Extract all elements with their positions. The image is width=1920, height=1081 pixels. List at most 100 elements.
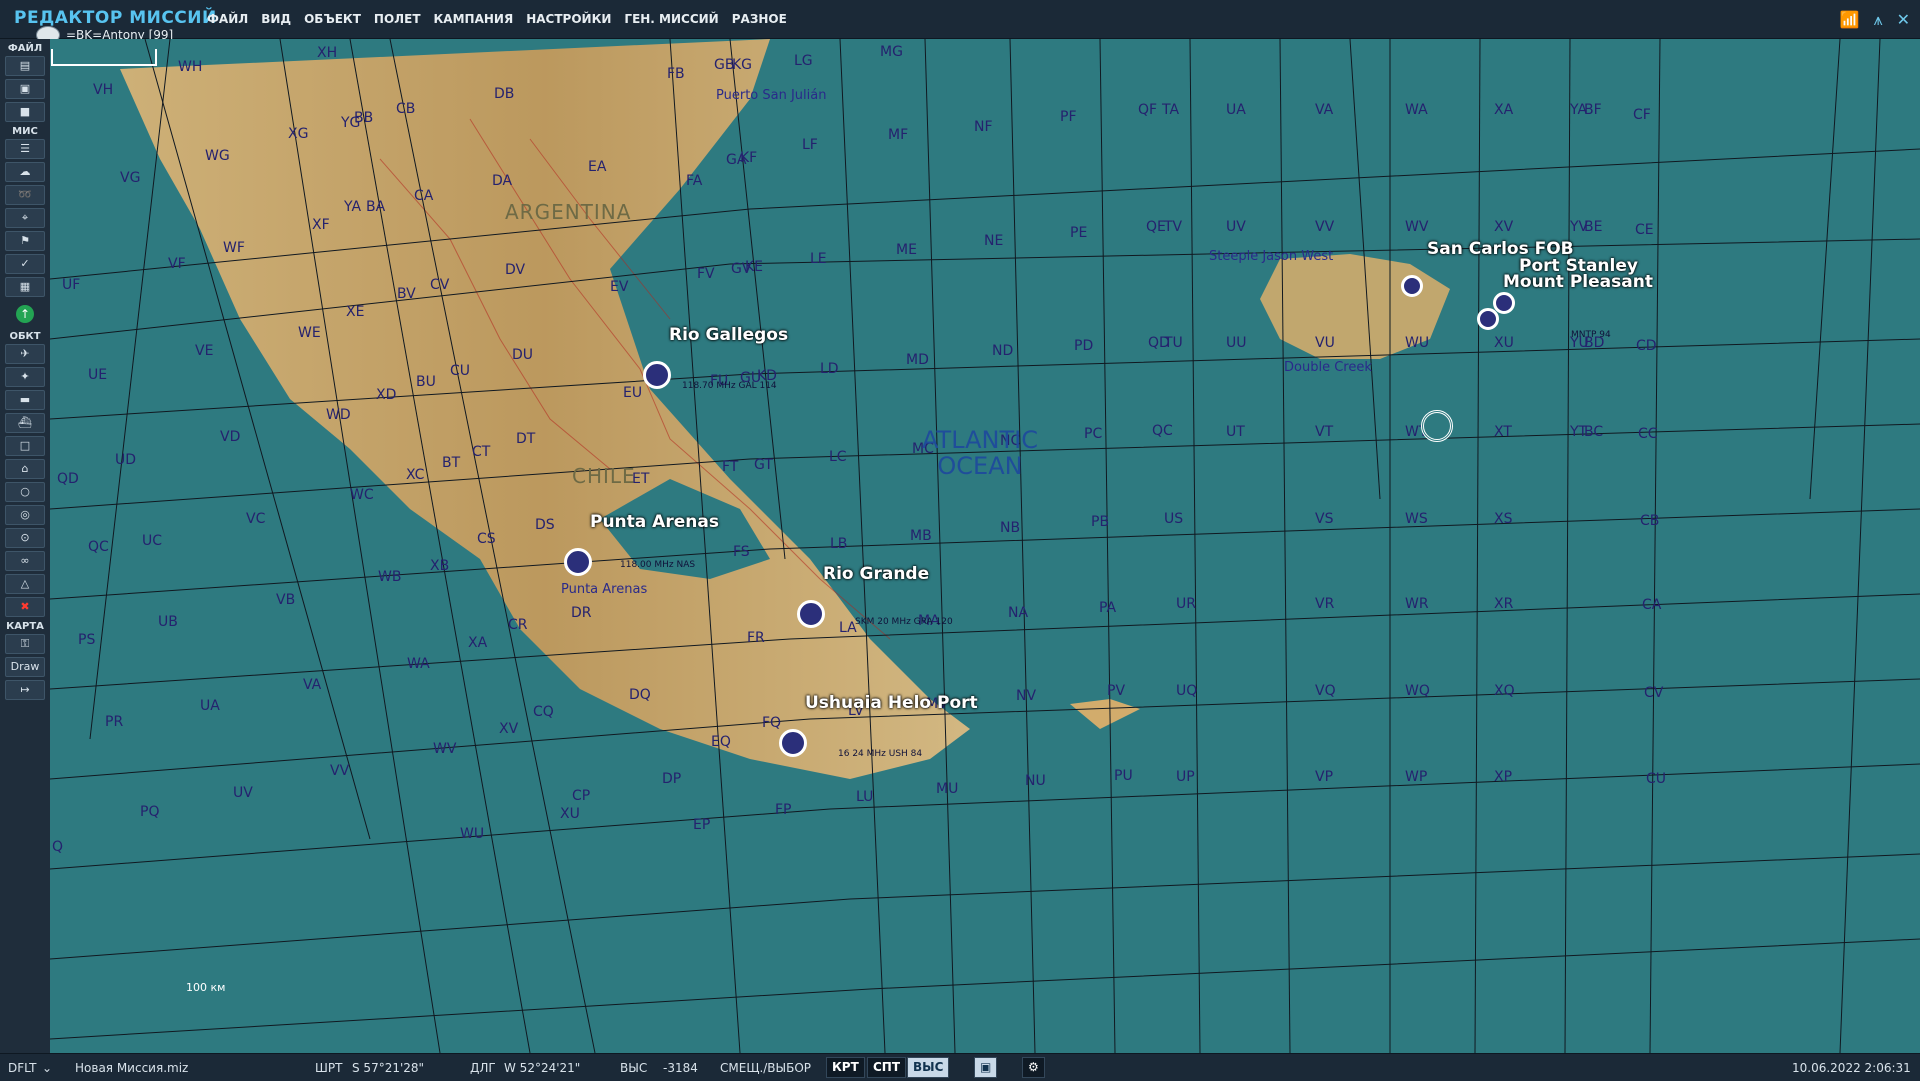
grid-square-label: UC bbox=[142, 533, 163, 549]
open-folder-icon[interactable]: ▣ bbox=[5, 79, 45, 99]
grid-square-label: QE bbox=[1146, 219, 1166, 235]
airfield-icon[interactable] bbox=[643, 361, 671, 389]
antenna-icon[interactable]: ⩚ bbox=[1874, 10, 1883, 30]
country-label-chile: CHILE bbox=[572, 464, 636, 488]
airfield-name[interactable]: Mount Pleasant bbox=[1503, 272, 1653, 292]
shapes-icon[interactable]: △ bbox=[5, 574, 45, 594]
grid-square-label: LC bbox=[829, 449, 847, 465]
town-label: Steeple Jason West bbox=[1209, 249, 1334, 264]
profile-select[interactable]: DFLT bbox=[8, 1061, 37, 1075]
airfield-name[interactable]: Punta Arenas bbox=[590, 512, 719, 532]
grid-square-label: BC bbox=[1584, 424, 1604, 440]
new-file-button[interactable]: ▤ bbox=[5, 56, 45, 76]
grid-square-label: WV bbox=[433, 741, 457, 757]
airfield-icon[interactable] bbox=[1493, 292, 1515, 314]
grid-square-label: CA bbox=[1642, 597, 1662, 613]
grid-square-label: XT bbox=[1494, 424, 1512, 440]
airfield-frequency: 16 24 MHz USH 84 bbox=[838, 749, 923, 759]
menu-object[interactable]: ОБЪЕКТ bbox=[304, 12, 361, 26]
close-icon[interactable]: ✕ bbox=[1897, 10, 1910, 30]
grid-square-label: DQ bbox=[629, 687, 651, 703]
grid-square-label: XE bbox=[346, 304, 365, 320]
chevron-down-icon[interactable]: ⌄ bbox=[42, 1061, 52, 1075]
grid-square-label: VH bbox=[93, 82, 114, 98]
triggers-icon[interactable]: ➿ bbox=[5, 185, 45, 205]
coalition-flag-icon[interactable]: ⚑ bbox=[5, 231, 45, 251]
coord-format-button[interactable]: КРТ bbox=[826, 1057, 865, 1078]
airfield-frequency: 118.70 MHz GAL 114 bbox=[682, 381, 777, 391]
vehicle-icon[interactable]: ▬ bbox=[5, 390, 45, 410]
grid-square-label: CA bbox=[414, 188, 434, 204]
airfield-name[interactable]: Ushuaia Helo Port bbox=[805, 693, 978, 713]
grid-square-label: UQ bbox=[1176, 683, 1198, 699]
trigger-zone-icon[interactable]: ○ bbox=[5, 482, 45, 502]
satellite-button[interactable]: СПТ bbox=[867, 1057, 907, 1078]
grid-square-label: LD bbox=[820, 361, 839, 377]
grid-square-label: CR bbox=[508, 617, 528, 633]
grid-square-label: UV bbox=[233, 785, 253, 801]
briefing-icon[interactable]: ☰ bbox=[5, 139, 45, 159]
menu-file[interactable]: ФАЙЛ bbox=[207, 12, 248, 26]
grid-square-label: CU bbox=[450, 363, 471, 379]
grid-square-label: WF bbox=[223, 240, 245, 256]
grid-square-label: NB bbox=[1000, 520, 1021, 536]
grid-square-label: NF bbox=[974, 119, 993, 135]
settings-gear-icon[interactable]: ⚙ bbox=[1022, 1057, 1045, 1078]
altitude-button[interactable]: ВЫС bbox=[907, 1057, 950, 1078]
nav-point-icon[interactable]: ⊙ bbox=[5, 528, 45, 548]
static-object-icon[interactable]: □ bbox=[5, 436, 45, 456]
grid-square-label: FQ bbox=[762, 715, 782, 731]
airfield-name[interactable]: Rio Gallegos bbox=[669, 325, 788, 345]
save-icon[interactable]: ■ bbox=[5, 102, 45, 122]
menu-settings[interactable]: НАСТРОЙКИ bbox=[526, 12, 611, 26]
grid-square-label: PA bbox=[1099, 600, 1117, 616]
menu-view[interactable]: ВИД bbox=[261, 12, 291, 26]
up-arrow-icon[interactable]: ↑ bbox=[16, 305, 34, 323]
grid-square-label: CV bbox=[1644, 685, 1664, 701]
target-icon[interactable]: ◎ bbox=[5, 505, 45, 525]
key-icon[interactable]: ⚿ bbox=[5, 634, 45, 654]
ruler-icon[interactable]: ↦ bbox=[5, 680, 45, 700]
resources-icon[interactable]: ⌖ bbox=[5, 208, 45, 228]
grid-square-label: UR bbox=[1176, 596, 1196, 612]
grid-square-label: CV bbox=[430, 277, 450, 293]
delete-icon[interactable]: ✖ bbox=[5, 597, 45, 617]
bullseye-icon[interactable] bbox=[1421, 410, 1453, 442]
grid-square-label: QF bbox=[1138, 102, 1158, 118]
grid-square-label: XB bbox=[430, 558, 450, 574]
grid-square-label: WA bbox=[407, 656, 430, 672]
menu-misc[interactable]: РАЗНОЕ bbox=[732, 12, 787, 26]
weather-icon[interactable]: ☁ bbox=[5, 162, 45, 182]
menu-campaign[interactable]: КАМПАНИЯ bbox=[434, 12, 514, 26]
map-layer-icon[interactable]: ▣ bbox=[974, 1057, 998, 1078]
groups-icon[interactable]: ▦ bbox=[5, 277, 45, 297]
grid-square-label: FT bbox=[722, 459, 739, 475]
grid-square-label: BF bbox=[1584, 102, 1602, 118]
menu-mission-gen[interactable]: ГЕН. МИССИЙ bbox=[624, 12, 718, 26]
wifi-icon[interactable]: 📶 bbox=[1840, 10, 1860, 30]
template-icon[interactable]: ⌂ bbox=[5, 459, 45, 479]
route-icon[interactable]: ∞ bbox=[5, 551, 45, 571]
grid-square-label: QD bbox=[57, 471, 79, 487]
airfield-name[interactable]: Rio Grande bbox=[823, 564, 929, 584]
airfield-icon[interactable] bbox=[779, 729, 807, 757]
draw-button[interactable]: Draw bbox=[5, 657, 45, 677]
airfield-icon[interactable] bbox=[797, 600, 825, 628]
grid-square-label: WR bbox=[1405, 596, 1429, 612]
grid-square-label: CU bbox=[1646, 771, 1667, 787]
airfield-icon[interactable] bbox=[564, 548, 592, 576]
grid-square-label: MG bbox=[880, 44, 903, 60]
grid-square-label: DR bbox=[571, 605, 592, 621]
helicopter-icon[interactable]: ✦ bbox=[5, 367, 45, 387]
map-view[interactable]: XH WH VH CB DB YG BB XG WG VG EA DA CA BA YA XF WF VF UF DV… bbox=[50, 39, 1920, 1053]
grid-square-label: XR bbox=[1494, 596, 1514, 612]
airfield-icon[interactable] bbox=[1401, 275, 1423, 297]
aircraft-icon[interactable]: ✈ bbox=[5, 344, 45, 364]
grid-square-label: VT bbox=[1315, 424, 1334, 440]
menu-flight[interactable]: ПОЛЕТ bbox=[374, 12, 421, 26]
check-icon[interactable]: ✓ bbox=[5, 254, 45, 274]
airfield-icon[interactable] bbox=[1477, 308, 1499, 330]
grid-square-label: CE bbox=[1635, 222, 1654, 238]
grid-square-label: DA bbox=[492, 173, 513, 189]
ship-icon[interactable]: ⛴ bbox=[5, 413, 45, 433]
